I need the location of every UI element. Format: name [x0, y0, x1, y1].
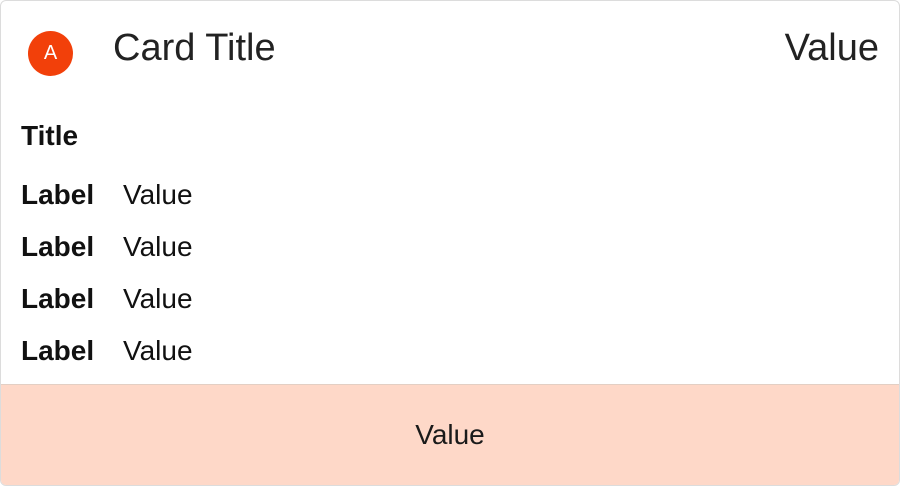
avatar-letter: A: [43, 42, 58, 64]
row-value: Value: [123, 231, 193, 262]
avatar: A: [28, 31, 73, 76]
row-label: Label: [21, 283, 95, 314]
row-label: Label: [21, 231, 95, 262]
row-label: Label: [21, 179, 95, 210]
row-value: Value: [123, 283, 193, 314]
card-title: Card Title: [113, 27, 276, 69]
footer-value: Value: [415, 419, 485, 450]
detail-row: Label Value: [21, 169, 193, 221]
row-value: Value: [123, 335, 193, 366]
card-header: A Card Title Value: [1, 1, 899, 95]
row-value: Value: [123, 179, 193, 210]
detail-row: Label Value: [21, 221, 193, 273]
body-title: Title: [21, 120, 79, 151]
detail-row: Label Value: [21, 325, 193, 377]
card: A Card Title Value Title Label Value Lab…: [0, 0, 900, 486]
row-label: Label: [21, 335, 95, 366]
footer-action-button[interactable]: Value: [1, 384, 899, 485]
detail-list: Label Value Label Value Label Value Labe…: [21, 169, 193, 377]
detail-row: Label Value: [21, 273, 193, 325]
header-value: Value: [784, 27, 879, 69]
